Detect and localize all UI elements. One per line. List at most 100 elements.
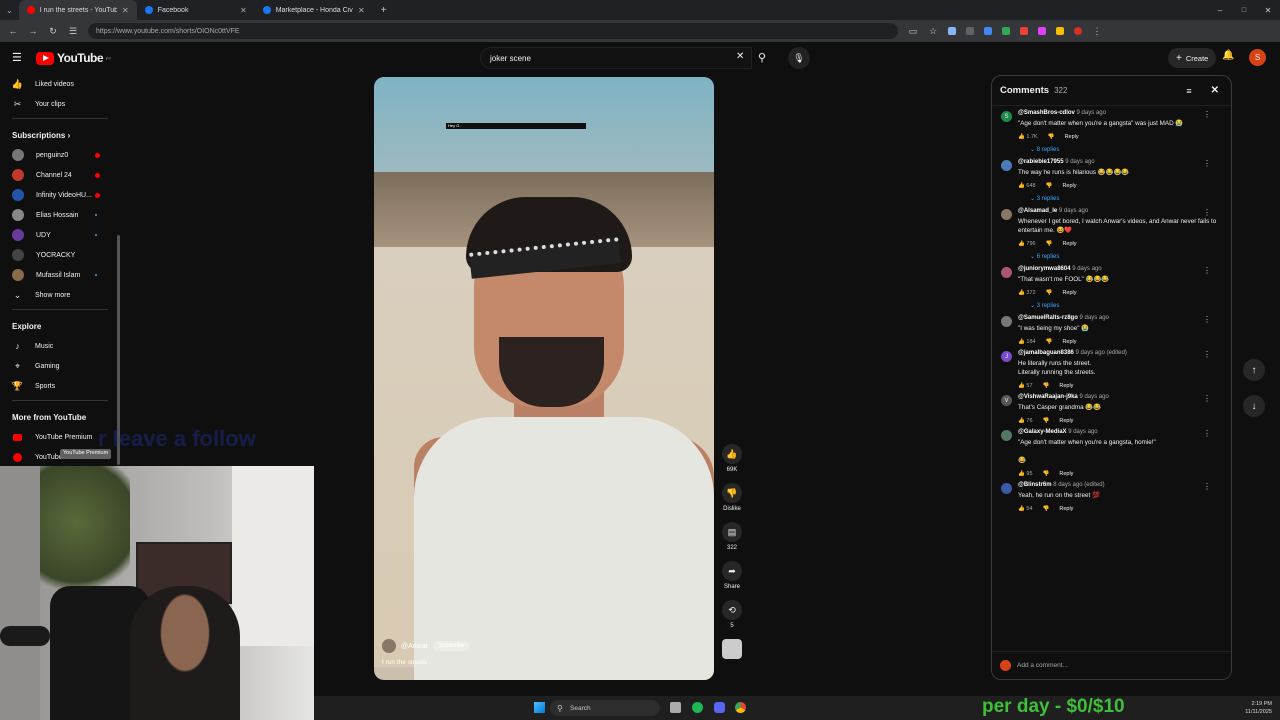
- comment-menu-icon[interactable]: ⋮: [1203, 350, 1211, 359]
- add-comment-input[interactable]: Add a comment...: [1017, 662, 1068, 669]
- account-avatar[interactable]: S: [1249, 49, 1266, 66]
- comment-menu-icon[interactable]: ⋮: [1203, 429, 1211, 438]
- url-bar[interactable]: https://www.youtube.com/shorts/OIONc0ttV…: [88, 23, 898, 39]
- channel-name[interactable]: @Anwar: [401, 643, 428, 650]
- next-short-button[interactable]: ↓: [1243, 395, 1265, 417]
- reply-button[interactable]: Reply: [1065, 134, 1079, 140]
- like-button[interactable]: 👍 69K: [720, 444, 744, 473]
- file-explorer-icon[interactable]: [670, 702, 681, 713]
- channel-avatar[interactable]: [382, 639, 396, 653]
- close-icon[interactable]: ✕: [358, 6, 365, 15]
- search-input[interactable]: joker scene: [480, 47, 752, 69]
- comment-like-button[interactable]: 👍 57: [1018, 383, 1033, 389]
- view-replies-button[interactable]: ⌄ 3 replies: [1018, 195, 1221, 204]
- subscriptions-header[interactable]: Subscriptions ›: [0, 123, 120, 145]
- add-comment-bar[interactable]: Add a comment...: [992, 651, 1231, 679]
- reply-button[interactable]: Reply: [1062, 183, 1076, 189]
- sidebar-item-subscription[interactable]: penguinz0: [0, 145, 120, 165]
- comment-dislike-icon[interactable]: 👎: [1043, 471, 1050, 477]
- comment-like-button[interactable]: 👍 796: [1018, 241, 1036, 247]
- previous-short-button[interactable]: ↑: [1243, 359, 1265, 381]
- view-replies-button[interactable]: ⌄ 6 replies: [1018, 253, 1221, 262]
- share-button[interactable]: ➦ Share: [720, 561, 744, 590]
- comment-menu-icon[interactable]: ⋮: [1203, 482, 1211, 491]
- comment-dislike-icon[interactable]: 👎: [1043, 418, 1050, 424]
- sidebar-item-subscription[interactable]: Channel 24: [0, 165, 120, 185]
- reply-button[interactable]: Reply: [1062, 241, 1076, 247]
- comment-avatar[interactable]: [1001, 430, 1012, 441]
- extension-icon[interactable]: [984, 27, 992, 35]
- comment-author[interactable]: @juniorymwa8604: [1018, 266, 1071, 272]
- extension-icon[interactable]: [1038, 27, 1046, 35]
- youtube-logo[interactable]: YouTube PT: [36, 51, 111, 65]
- show-more-button[interactable]: ⌄ Show more: [0, 285, 120, 305]
- sidebar-item-your-clips[interactable]: ✂ Your clips: [0, 94, 120, 114]
- window-close-icon[interactable]: ✕: [1256, 6, 1280, 15]
- comment-avatar[interactable]: V: [1001, 395, 1012, 406]
- remix-button[interactable]: ⟲ 5: [720, 600, 744, 629]
- extension-icon[interactable]: [948, 27, 956, 35]
- tab-marketplace[interactable]: Marketplace - Honda Civic For ✕: [255, 0, 373, 20]
- tab-facebook[interactable]: Facebook ✕: [137, 0, 255, 20]
- create-button[interactable]: + Create: [1168, 48, 1217, 68]
- comment-dislike-icon[interactable]: 👎: [1043, 383, 1050, 389]
- reply-button[interactable]: Reply: [1059, 418, 1073, 424]
- comment-avatar[interactable]: [1001, 160, 1012, 171]
- sidebar-item-subscription[interactable]: Mufassil Islam: [0, 265, 120, 285]
- comment-author[interactable]: @VishwaRaajan-j9ka: [1018, 394, 1078, 400]
- comment-like-button[interactable]: 👍 1.7K: [1018, 134, 1038, 140]
- extension-icon[interactable]: [1020, 27, 1028, 35]
- sidebar-item-gaming[interactable]: ⌖ Gaming: [0, 356, 120, 376]
- comment-avatar[interactable]: [1001, 209, 1012, 220]
- comment-author[interactable]: @Alsamad_le: [1018, 208, 1057, 214]
- sound-thumbnail[interactable]: [720, 639, 744, 659]
- tab-youtube[interactable]: I run the streets - YouTube ✕: [18, 0, 137, 20]
- maximize-icon[interactable]: □: [1232, 7, 1256, 14]
- cast-icon[interactable]: ▭: [908, 26, 918, 37]
- comment-dislike-icon[interactable]: 👎: [1046, 290, 1053, 296]
- windows-start-icon[interactable]: [534, 702, 545, 713]
- comment-menu-icon[interactable]: ⋮: [1203, 266, 1211, 275]
- short-video-player[interactable]: Hey G. @Anwar Subscribe I run the street…: [374, 77, 714, 680]
- view-replies-button[interactable]: ⌄ 8 replies: [1018, 146, 1221, 155]
- comment-author[interactable]: @SamuelRalts-rz8go: [1018, 315, 1078, 321]
- comment-like-button[interactable]: 👍 54: [1018, 506, 1033, 512]
- forward-icon[interactable]: →: [28, 26, 38, 36]
- comment-author[interactable]: @Blinstr6m: [1018, 482, 1052, 488]
- tab-search-icon[interactable]: ⌄: [0, 6, 19, 15]
- sidebar-item-subscription[interactable]: YOCRACKY: [0, 245, 120, 265]
- reply-button[interactable]: Reply: [1059, 471, 1073, 477]
- comment-menu-icon[interactable]: ⋮: [1203, 394, 1211, 403]
- new-tab-icon[interactable]: +: [373, 5, 395, 16]
- comment-dislike-icon[interactable]: 👎: [1046, 241, 1053, 247]
- sidebar-item-music[interactable]: ♪ Music: [0, 336, 120, 356]
- comment-dislike-icon[interactable]: 👎: [1046, 183, 1053, 189]
- comment-like-button[interactable]: 👍 184: [1018, 339, 1036, 345]
- sort-icon[interactable]: ≡: [1186, 86, 1191, 96]
- sidebar-item-sports[interactable]: 🏆 Sports: [0, 376, 120, 396]
- reply-button[interactable]: Reply: [1062, 290, 1076, 296]
- close-icon[interactable]: ✕: [240, 6, 247, 15]
- comment-avatar[interactable]: [1001, 316, 1012, 327]
- close-icon[interactable]: ✕: [122, 6, 129, 15]
- comment-avatar[interactable]: J: [1001, 351, 1012, 362]
- comments-button[interactable]: ▤ 322: [720, 522, 744, 551]
- comment-menu-icon[interactable]: ⋮: [1203, 110, 1211, 119]
- comment-avatar[interactable]: [1001, 483, 1012, 494]
- comment-avatar[interactable]: [1001, 267, 1012, 278]
- view-replies-button[interactable]: ⌄ 3 replies: [1018, 302, 1221, 311]
- sidebar-item-subscription[interactable]: Elias Hossain: [0, 205, 120, 225]
- dislike-button[interactable]: 👎 Dislike: [720, 483, 744, 512]
- comment-like-button[interactable]: 👍 95: [1018, 471, 1033, 477]
- notifications-bell-icon[interactable]: 🔔: [1222, 50, 1234, 61]
- comment-author[interactable]: @rabiebie17955: [1018, 159, 1064, 165]
- hamburger-menu-icon[interactable]: ☰: [12, 51, 22, 64]
- reply-button[interactable]: Reply: [1059, 383, 1073, 389]
- taskbar-search[interactable]: ⚲ Search: [550, 700, 660, 716]
- comment-dislike-icon[interactable]: 👎: [1048, 134, 1055, 140]
- comment-like-button[interactable]: 👍 648: [1018, 183, 1036, 189]
- minimize-icon[interactable]: –: [1208, 6, 1232, 15]
- extension-icon[interactable]: [1002, 27, 1010, 35]
- chrome-icon[interactable]: [735, 702, 746, 713]
- comment-author[interactable]: @SmashBros-cdlov: [1018, 110, 1075, 116]
